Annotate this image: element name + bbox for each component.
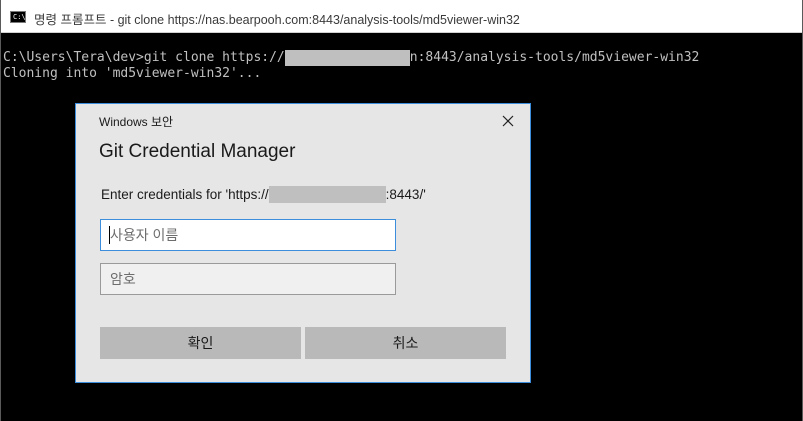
prompt-suffix: :8443/' [385, 187, 426, 202]
title-bar[interactable]: C:\ 명령 프롬프트 - git clone https://nas.bear… [1, 0, 802, 33]
username-input[interactable] [100, 219, 396, 251]
password-input[interactable] [100, 263, 396, 295]
close-icon [502, 115, 514, 127]
console-line-status: Cloning into 'md5viewer-win32'... [3, 66, 262, 81]
dialog-caption: Windows 보안 [99, 115, 174, 129]
dialog-title: Git Credential Manager [99, 141, 296, 162]
close-button[interactable] [496, 110, 520, 132]
ok-button[interactable]: 확인 [100, 327, 301, 359]
credential-dialog: Windows 보안 Git Credential Manager Enter … [75, 103, 531, 383]
credentials-prompt: Enter credentials for 'https:// :8443/' [101, 186, 426, 203]
cmd-icon: C:\ [10, 11, 26, 23]
command-prefix: C:\Users\Tera\dev>git clone https:// [3, 50, 285, 65]
cancel-button[interactable]: 취소 [305, 327, 506, 359]
redacted-host-block [284, 50, 410, 66]
command-suffix: n:8443/analysis-tools/md5viewer-win32 [409, 50, 700, 65]
redacted-host-block [268, 186, 386, 203]
command-prompt-window: C:\ 명령 프롬프트 - git clone https://nas.bear… [0, 0, 803, 421]
window-title: 명령 프롬프트 - git clone https://nas.bearpooh… [34, 13, 520, 27]
console-line-command: C:\Users\Tera\dev>git clone https:// n:84… [3, 50, 699, 66]
text-caret [109, 226, 110, 244]
prompt-prefix: Enter credentials for 'https:// [101, 187, 269, 202]
